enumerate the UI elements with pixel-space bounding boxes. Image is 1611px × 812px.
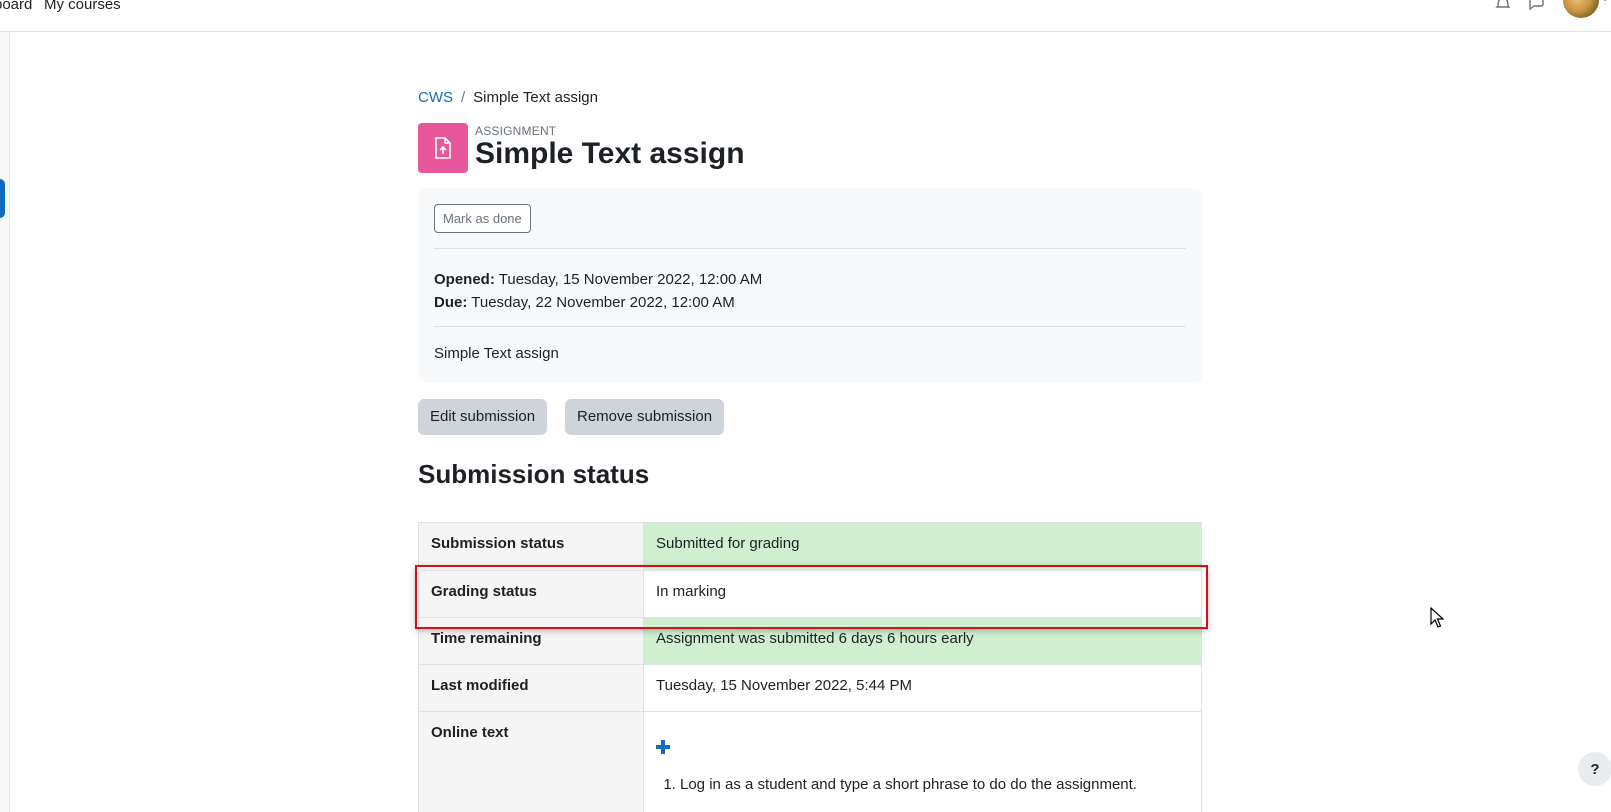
mark-as-done-button[interactable]: Mark as done [434,204,531,233]
table-row: Online text Log in as a student and type… [419,711,1201,812]
table-row: Time remaining Assignment was submitted … [419,617,1201,664]
online-text-cell: Log in as a student and type a short phr… [644,712,1201,812]
expand-plus-icon[interactable] [656,740,670,754]
opened-label: Opened: [434,271,495,288]
row-label: Submission status [419,523,644,570]
activity-type-label: ASSIGNMENT [475,124,557,138]
course-index-toggle[interactable] [0,179,5,218]
due-value: Tuesday, 22 November 2022, 12:00 AM [471,294,735,311]
activity-description: Simple Text assign [434,345,559,362]
row-value: Submitted for grading [644,523,1201,570]
list-item: Log in as a student and type a short phr… [680,776,1189,793]
remove-submission-button[interactable]: Remove submission [565,399,725,435]
row-label: Time remaining [419,618,644,664]
user-avatar[interactable] [1563,0,1599,18]
chat-icon[interactable] [1527,0,1547,14]
breadcrumb-separator: / [461,89,466,106]
assignment-upload-icon [418,123,468,173]
table-row: Last modified Tuesday, 15 November 2022,… [419,664,1201,711]
online-text-list: Log in as a student and type a short phr… [640,776,1189,793]
help-button[interactable]: ? [1578,752,1611,786]
submission-status-table: Submission status Submitted for grading … [418,522,1202,812]
due-date: Due: Tuesday, 22 November 2022, 12:00 AM [434,291,762,314]
chevron-down-icon[interactable] [1601,0,1609,1]
mouse-cursor-icon [1430,607,1445,628]
breadcrumb-current: Simple Text assign [473,89,598,106]
row-label: Grading status [419,571,644,617]
nav-my-courses-link[interactable]: My courses [44,0,121,13]
submission-status-heading: Submission status [418,459,650,489]
row-label: Online text [419,712,644,812]
breadcrumb-course-link[interactable]: CWS [418,89,453,106]
top-navbar: board My courses [0,0,1611,32]
table-row: Grading status In marking [419,570,1201,617]
nav-dashboard-link[interactable]: board [0,0,32,13]
row-value: Tuesday, 15 November 2022, 5:44 PM [644,665,1201,711]
page-title: Simple Text assign [475,137,745,170]
divider [434,248,1186,249]
table-row: Submission status Submitted for grading [419,523,1201,570]
bell-icon[interactable] [1494,0,1514,14]
edit-submission-button[interactable]: Edit submission [418,399,548,435]
breadcrumb: CWS / Simple Text assign [418,89,598,106]
divider [434,326,1186,327]
row-label: Last modified [419,665,644,711]
row-value: Assignment was submitted 6 days 6 hours … [644,618,1201,664]
activity-dates: Opened: Tuesday, 15 November 2022, 12:00… [434,268,762,314]
opened-date: Opened: Tuesday, 15 November 2022, 12:00… [434,268,762,291]
row-value: In marking [644,571,1201,617]
opened-value: Tuesday, 15 November 2022, 12:00 AM [498,271,763,288]
activity-info-panel: Mark as done Opened: Tuesday, 15 Novembe… [418,188,1202,383]
due-label: Due: [434,294,468,311]
left-drawer-strip [0,32,10,812]
